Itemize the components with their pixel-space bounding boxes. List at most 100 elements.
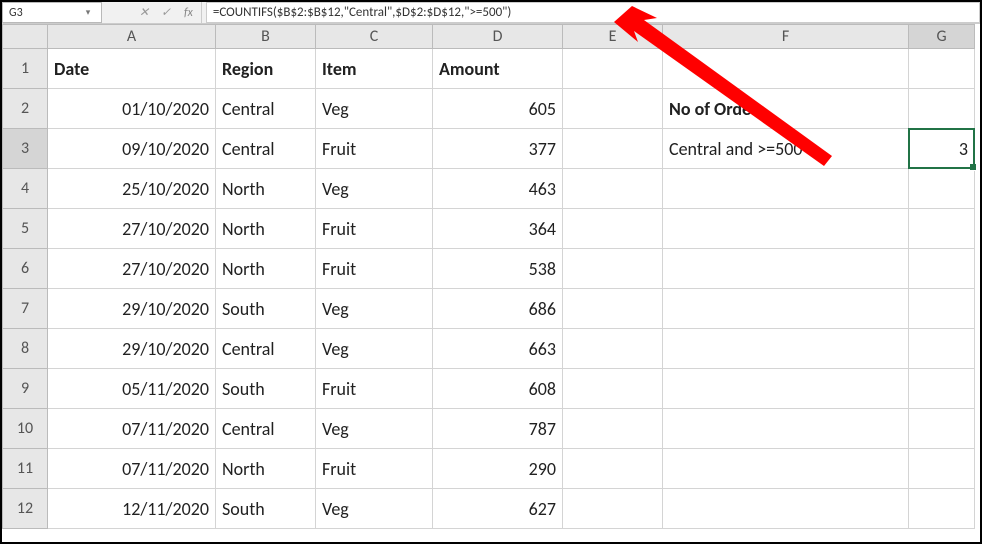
cell-F4[interactable] bbox=[663, 169, 909, 209]
row-header-1[interactable]: 1 bbox=[3, 49, 48, 89]
cell-F8[interactable] bbox=[663, 329, 909, 369]
cell-G2[interactable] bbox=[909, 89, 975, 129]
cell-B8[interactable]: Central bbox=[216, 329, 316, 369]
row-header-8[interactable]: 8 bbox=[3, 329, 48, 369]
cell-A7[interactable]: 29/10/2020 bbox=[48, 289, 216, 329]
cell-C2[interactable]: Veg bbox=[316, 89, 433, 129]
cell-A5[interactable]: 27/10/2020 bbox=[48, 209, 216, 249]
cell-A10[interactable]: 07/11/2020 bbox=[48, 409, 216, 449]
cell-G6[interactable] bbox=[909, 249, 975, 289]
cell-F9[interactable] bbox=[663, 369, 909, 409]
cell-B11[interactable]: North bbox=[216, 449, 316, 489]
cell-D8[interactable]: 663 bbox=[433, 329, 563, 369]
cell-C12[interactable]: Veg bbox=[316, 489, 433, 529]
cell-F1[interactable] bbox=[663, 49, 909, 89]
cell-D6[interactable]: 538 bbox=[433, 249, 563, 289]
cell-C3[interactable]: Fruit bbox=[316, 129, 433, 169]
result-cell-G3[interactable]: 3 bbox=[909, 129, 975, 169]
col-header-E[interactable]: E bbox=[563, 25, 663, 49]
cell-E2[interactable] bbox=[563, 89, 663, 129]
cell-B6[interactable]: North bbox=[216, 249, 316, 289]
cell-D11[interactable]: 290 bbox=[433, 449, 563, 489]
col-header-B[interactable]: B bbox=[216, 25, 316, 49]
cell-E5[interactable] bbox=[563, 209, 663, 249]
cell-D3[interactable]: 377 bbox=[433, 129, 563, 169]
header-region[interactable]: Region bbox=[216, 49, 316, 89]
cell-G7[interactable] bbox=[909, 289, 975, 329]
cell-G1[interactable] bbox=[909, 49, 975, 89]
cell-E1[interactable] bbox=[563, 49, 663, 89]
cell-F6[interactable] bbox=[663, 249, 909, 289]
cell-C6[interactable]: Fruit bbox=[316, 249, 433, 289]
cell-A9[interactable]: 05/11/2020 bbox=[48, 369, 216, 409]
cell-D4[interactable]: 463 bbox=[433, 169, 563, 209]
cell-B10[interactable]: Central bbox=[216, 409, 316, 449]
row-header-10[interactable]: 10 bbox=[3, 409, 48, 449]
row-header-4[interactable]: 4 bbox=[3, 169, 48, 209]
cell-C7[interactable]: Veg bbox=[316, 289, 433, 329]
cell-A11[interactable]: 07/11/2020 bbox=[48, 449, 216, 489]
header-amount[interactable]: Amount bbox=[433, 49, 563, 89]
col-header-F[interactable]: F bbox=[663, 25, 909, 49]
cell-C11[interactable]: Fruit bbox=[316, 449, 433, 489]
cell-C10[interactable]: Veg bbox=[316, 409, 433, 449]
cell-G5[interactable] bbox=[909, 209, 975, 249]
cell-G12[interactable] bbox=[909, 489, 975, 529]
cell-C8[interactable]: Veg bbox=[316, 329, 433, 369]
cell-D2[interactable]: 605 bbox=[433, 89, 563, 129]
row-header-2[interactable]: 2 bbox=[3, 89, 48, 129]
cell-D7[interactable]: 686 bbox=[433, 289, 563, 329]
cell-B3[interactable]: Central bbox=[216, 129, 316, 169]
cell-C5[interactable]: Fruit bbox=[316, 209, 433, 249]
cell-G10[interactable] bbox=[909, 409, 975, 449]
cell-E6[interactable] bbox=[563, 249, 663, 289]
cell-A6[interactable]: 27/10/2020 bbox=[48, 249, 216, 289]
cell-F12[interactable] bbox=[663, 489, 909, 529]
cell-G8[interactable] bbox=[909, 329, 975, 369]
cell-G11[interactable] bbox=[909, 449, 975, 489]
header-date[interactable]: Date bbox=[48, 49, 216, 89]
cell-G4[interactable] bbox=[909, 169, 975, 209]
cell-D5[interactable]: 364 bbox=[433, 209, 563, 249]
cell-D10[interactable]: 787 bbox=[433, 409, 563, 449]
row-header-12[interactable]: 12 bbox=[3, 489, 48, 529]
row-header-6[interactable]: 6 bbox=[3, 249, 48, 289]
cell-A8[interactable]: 29/10/2020 bbox=[48, 329, 216, 369]
cell-B9[interactable]: South bbox=[216, 369, 316, 409]
cell-F11[interactable] bbox=[663, 449, 909, 489]
row-header-3[interactable]: 3 bbox=[3, 129, 48, 169]
name-box-dropdown-icon[interactable]: ▾ bbox=[81, 7, 95, 18]
select-all-corner[interactable] bbox=[3, 25, 48, 49]
spreadsheet-grid[interactable]: A B C D E F G 1 Date Region Item Amount … bbox=[2, 24, 975, 529]
cell-A4[interactable]: 25/10/2020 bbox=[48, 169, 216, 209]
cell-C9[interactable]: Fruit bbox=[316, 369, 433, 409]
cell-F7[interactable] bbox=[663, 289, 909, 329]
cell-E12[interactable] bbox=[563, 489, 663, 529]
cell-E9[interactable] bbox=[563, 369, 663, 409]
cell-E7[interactable] bbox=[563, 289, 663, 329]
cell-B7[interactable]: South bbox=[216, 289, 316, 329]
cell-D12[interactable]: 627 bbox=[433, 489, 563, 529]
col-header-A[interactable]: A bbox=[48, 25, 216, 49]
cell-B12[interactable]: South bbox=[216, 489, 316, 529]
col-header-D[interactable]: D bbox=[433, 25, 563, 49]
cell-A2[interactable]: 01/10/2020 bbox=[48, 89, 216, 129]
col-header-G[interactable]: G bbox=[909, 25, 975, 49]
cell-D9[interactable]: 608 bbox=[433, 369, 563, 409]
row-header-7[interactable]: 7 bbox=[3, 289, 48, 329]
header-item[interactable]: Item bbox=[316, 49, 433, 89]
cell-C4[interactable]: Veg bbox=[316, 169, 433, 209]
row-header-11[interactable]: 11 bbox=[3, 449, 48, 489]
cell-E8[interactable] bbox=[563, 329, 663, 369]
fx-icon[interactable]: fx bbox=[180, 6, 197, 20]
cancel-formula-icon[interactable]: ✕ bbox=[136, 5, 152, 21]
enter-formula-icon[interactable]: ✓ bbox=[158, 5, 174, 21]
cell-A3[interactable]: 09/10/2020 bbox=[48, 129, 216, 169]
row-header-9[interactable]: 9 bbox=[3, 369, 48, 409]
cell-F10[interactable] bbox=[663, 409, 909, 449]
cell-B2[interactable]: Central bbox=[216, 89, 316, 129]
col-header-C[interactable]: C bbox=[316, 25, 433, 49]
row-header-5[interactable]: 5 bbox=[3, 209, 48, 249]
cell-F5[interactable] bbox=[663, 209, 909, 249]
central-label[interactable]: Central and >=500 bbox=[663, 129, 909, 169]
